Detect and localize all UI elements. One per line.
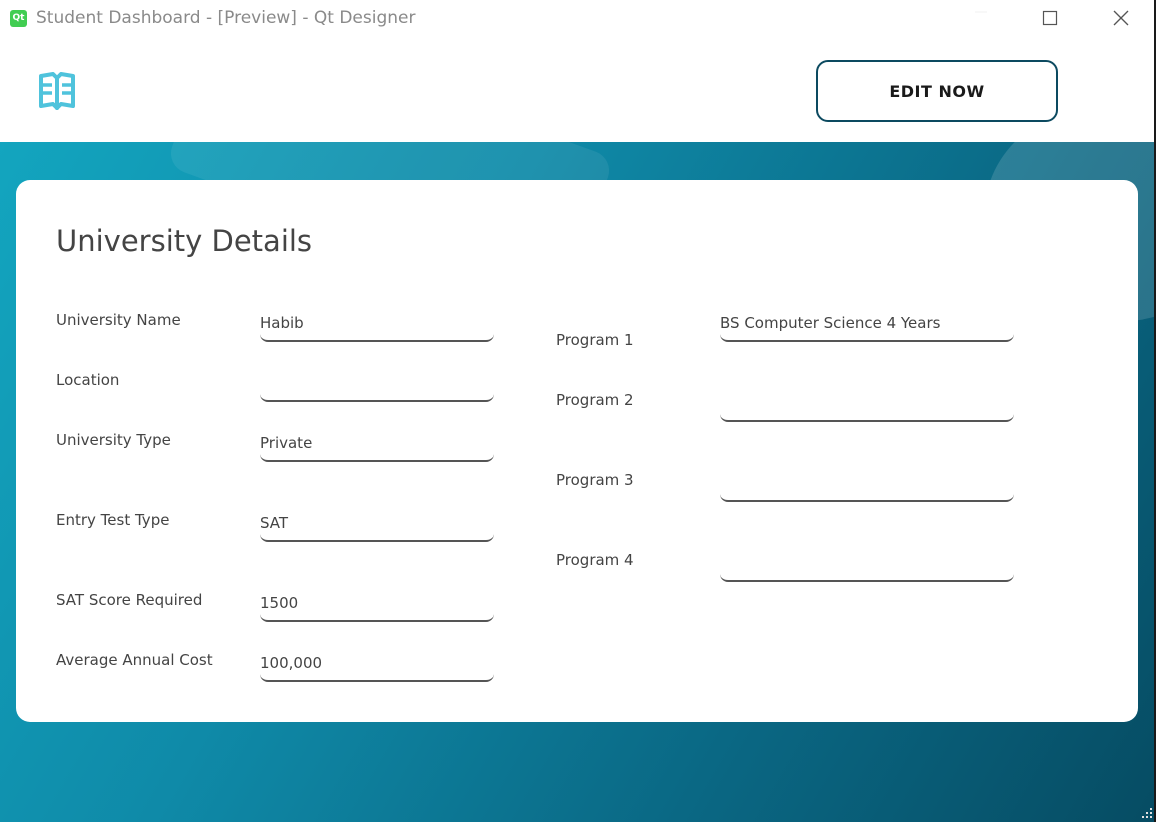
program-3-label: Program 3 <box>556 471 634 489</box>
app-window: Qt Student Dashboard - [Preview] - Qt De… <box>0 0 1156 822</box>
university-type-label: University Type <box>56 431 171 449</box>
entry-test-type-label: Entry Test Type <box>56 511 170 529</box>
annual-cost-label: Average Annual Cost <box>56 651 213 669</box>
university-details-card: University Details University Name Habib… <box>16 180 1138 722</box>
annual-cost-field[interactable]: 100,000 <box>260 654 494 682</box>
close-icon <box>1113 10 1129 26</box>
program-1-value: BS Computer Science 4 Years <box>720 314 941 332</box>
minimize-icon <box>975 11 987 13</box>
resize-grip-icon[interactable] <box>1142 808 1152 818</box>
program-2-field[interactable] <box>720 394 1014 422</box>
location-field[interactable] <box>260 374 494 402</box>
program-4-field[interactable] <box>720 554 1014 582</box>
app-header: EDIT NOW <box>0 38 1154 142</box>
edit-now-button[interactable]: EDIT NOW <box>816 60 1058 122</box>
sat-score-label: SAT Score Required <box>56 591 203 609</box>
close-button[interactable] <box>1098 0 1144 36</box>
university-type-value: Private <box>260 434 313 452</box>
qt-app-icon: Qt <box>10 10 27 27</box>
university-type-field[interactable]: Private <box>260 434 494 462</box>
window-title: Student Dashboard - [Preview] - Qt Desig… <box>36 8 416 28</box>
maximize-icon <box>1042 10 1058 26</box>
title-bar: Qt Student Dashboard - [Preview] - Qt De… <box>0 0 1154 38</box>
maximize-button[interactable] <box>1027 0 1073 36</box>
program-2-label: Program 2 <box>556 391 634 409</box>
program-1-label: Program 1 <box>556 331 634 349</box>
program-3-field[interactable] <box>720 474 1014 502</box>
entry-test-type-field[interactable]: SAT <box>260 514 494 542</box>
university-name-label: University Name <box>56 311 181 329</box>
university-name-value: Habib <box>260 314 304 332</box>
sat-score-field[interactable]: 1500 <box>260 594 494 622</box>
location-label: Location <box>56 371 120 389</box>
program-4-label: Program 4 <box>556 551 634 569</box>
sat-score-value: 1500 <box>260 594 299 612</box>
card-title: University Details <box>56 224 313 258</box>
minimize-button[interactable] <box>958 0 1004 36</box>
entry-test-type-value: SAT <box>260 514 289 532</box>
annual-cost-value: 100,000 <box>260 654 323 672</box>
program-1-field[interactable]: BS Computer Science 4 Years <box>720 314 1014 342</box>
open-book-icon <box>39 72 75 110</box>
university-name-field[interactable]: Habib <box>260 314 494 342</box>
